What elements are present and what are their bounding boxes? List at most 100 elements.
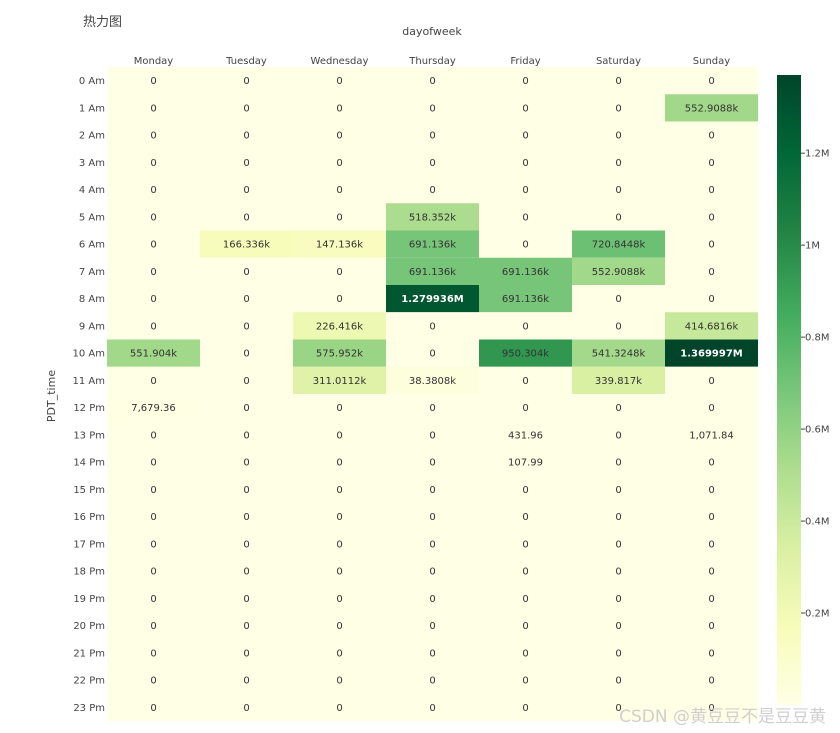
colorbar-gradient (777, 75, 801, 705)
cell-value-label: 0 (150, 703, 156, 714)
x-tick-labels: Monday Tuesday Wednesday Thursday Friday Satu… (134, 56, 731, 67)
cell-value-label: 0 (429, 403, 435, 414)
cell-value-label: 0 (336, 458, 342, 469)
y-tick-label: 13 Pm (73, 430, 105, 441)
cell-value-label: 0 (150, 676, 156, 687)
cell-value-label: 0 (522, 539, 528, 550)
cell-value-label: 0 (243, 294, 249, 305)
watermark: CSDN @黄豆豆不是豆豆黄 (619, 707, 826, 727)
y-tick-label: 18 Pm (73, 567, 105, 578)
cell-value-label: 0 (150, 512, 156, 523)
chart-title: 热力图 (83, 15, 122, 30)
colorbar-tick-label: 0.4M (805, 517, 830, 528)
cell-value-label: 551.904k (130, 349, 177, 360)
cell-value-label: 0 (243, 103, 249, 114)
cell-value-label: 0 (429, 594, 435, 605)
cell-value-label: 0 (708, 76, 714, 87)
cell-value-label: 414.6816k (685, 321, 739, 332)
y-axis-title: PDT_time (45, 370, 58, 422)
colorbar-tick-label: 1.2M (805, 149, 830, 160)
cell-value-label: 7,679.36 (131, 403, 176, 414)
cell-value-label: 0 (150, 621, 156, 632)
cell-value-label: 0 (150, 539, 156, 550)
y-tick-label: 7 Am (79, 267, 105, 278)
cell-value-label: 0 (336, 430, 342, 441)
y-tick-label: 5 Am (79, 212, 105, 223)
cell-value-label: 0 (522, 594, 528, 605)
cell-value-label: 0 (243, 539, 249, 550)
cell-value-label: 0 (708, 621, 714, 632)
cell-value-label: 0 (243, 703, 249, 714)
cell-value-label: 0 (150, 76, 156, 87)
cell-value-label: 950.304k (502, 349, 549, 360)
x-tick-label: Tuesday (225, 56, 267, 67)
y-tick-label: 21 Pm (73, 648, 105, 659)
cell-value-label: 0 (615, 567, 621, 578)
cell-value-label: 0 (708, 185, 714, 196)
cell-value-label: 0 (429, 158, 435, 169)
cell-value-label: 0 (615, 212, 621, 223)
cell-value-label: 0 (615, 185, 621, 196)
x-tick-label: Wednesday (311, 56, 369, 67)
y-tick-label: 3 Am (79, 158, 105, 169)
cell-value-label: 0 (615, 430, 621, 441)
cell-value-label: 1,071.84 (689, 430, 734, 441)
cell-value-label: 0 (615, 131, 621, 142)
cell-value-label: 0 (336, 676, 342, 687)
cell-value-label: 0 (243, 594, 249, 605)
cell-value-label: 226.416k (316, 321, 363, 332)
cell-value-label: 38.3808k (409, 376, 456, 387)
cell-value-label: 0 (615, 648, 621, 659)
cell-value-label: 691.136k (502, 267, 549, 278)
y-tick-label: 12 Pm (73, 403, 105, 414)
cell-value-label: 0 (615, 512, 621, 523)
cell-value-label: 0 (708, 158, 714, 169)
cell-value-label: 0 (336, 76, 342, 87)
cell-value-label: 0 (429, 512, 435, 523)
cell-value-label: 0 (708, 131, 714, 142)
cell-value-label: 0 (150, 158, 156, 169)
colorbar-tick-label: 0.8M (805, 333, 830, 344)
y-tick-label: 16 Pm (73, 512, 105, 523)
cell-value-label: 0 (522, 321, 528, 332)
y-tick-label: 2 Am (79, 131, 105, 142)
cell-value-label: 0 (708, 594, 714, 605)
cell-value-label: 0 (150, 430, 156, 441)
cell-value-label: 0 (708, 539, 714, 550)
cell-value-label: 0 (243, 185, 249, 196)
cell-value-label: 0 (150, 567, 156, 578)
cell-value-label: 0 (243, 131, 249, 142)
cell-value-label: 0 (522, 103, 528, 114)
cell-value-label: 0 (522, 703, 528, 714)
cell-value-label: 0 (522, 648, 528, 659)
y-tick-label: 11 Am (73, 376, 106, 387)
cell-value-label: 0 (150, 594, 156, 605)
cell-value-label: 0 (243, 567, 249, 578)
cell-value-label: 0 (243, 512, 249, 523)
cell-value-label: 0 (615, 485, 621, 496)
cell-value-label: 575.952k (316, 349, 363, 360)
cell-value-label: 0 (243, 76, 249, 87)
cell-value-label: 0 (429, 458, 435, 469)
cell-value-label: 0 (522, 131, 528, 142)
cell-value-label: 0 (429, 349, 435, 360)
cell-value-label: 0 (150, 267, 156, 278)
cell-value-label: 0 (429, 185, 435, 196)
cell-value-label: 0 (336, 294, 342, 305)
cell-value-label: 0 (429, 76, 435, 87)
y-tick-label: 10 Am (73, 349, 106, 360)
x-tick-label: Sunday (693, 56, 730, 67)
cell-value-label: 552.9088k (592, 267, 646, 278)
cell-value-label: 0 (336, 158, 342, 169)
cell-value-label: 0 (243, 212, 249, 223)
cell-value-label: 0 (243, 458, 249, 469)
cell-value-label: 0 (708, 485, 714, 496)
cell-value-label: 0 (708, 240, 714, 251)
y-tick-label: 22 Pm (73, 676, 105, 687)
cell-value-label: 0 (522, 403, 528, 414)
cell-value-label: 0 (708, 676, 714, 687)
cell-value-label: 0 (708, 648, 714, 659)
cell-value-label: 552.9088k (685, 103, 739, 114)
cell-value-label: 0 (150, 240, 156, 251)
cell-value-label: 0 (150, 321, 156, 332)
